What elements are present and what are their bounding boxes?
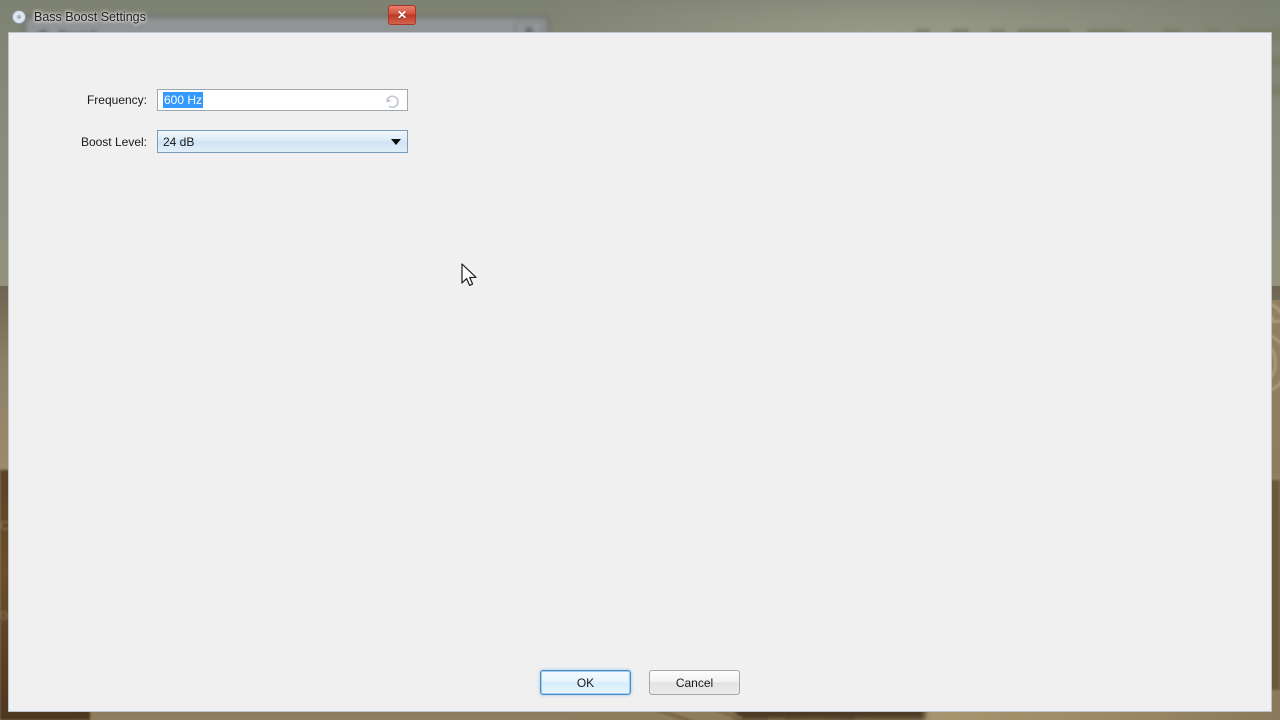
chevron-down-icon[interactable] bbox=[391, 138, 401, 145]
frequency-spinner[interactable] bbox=[384, 93, 401, 110]
bass-boost-ok-button[interactable]: OK bbox=[540, 670, 631, 695]
bass-boost-close-button[interactable]: ✕ bbox=[388, 5, 416, 25]
frequency-label: Frequency: bbox=[86, 93, 147, 107]
bass-boost-dialog-body: Frequency: 600 Hz Boost Level: 24 dB OK … bbox=[8, 32, 1272, 712]
bass-boost-settings-dialog[interactable]: Bass Boost Settings ✕ Frequency: 600 Hz … bbox=[0, 0, 1272, 712]
bass-boost-icon bbox=[11, 9, 27, 25]
bass-boost-button-row[interactable]: OK Cancel bbox=[9, 670, 1271, 695]
bass-boost-title: Bass Boost Settings bbox=[34, 9, 146, 24]
frequency-value: 600 Hz bbox=[163, 92, 204, 108]
boost-level-row: Boost Level: 24 dB bbox=[9, 130, 1271, 153]
boost-level-label: Boost Level: bbox=[80, 134, 147, 149]
boost-level-value: 24 dB bbox=[163, 134, 195, 149]
frequency-row: Frequency: 600 Hz bbox=[9, 89, 1271, 111]
bass-boost-titlebar[interactable]: Bass Boost Settings ✕ bbox=[1, 1, 421, 32]
boost-level-combobox[interactable]: 24 dB bbox=[157, 130, 408, 153]
frequency-input[interactable]: 600 Hz bbox=[157, 89, 408, 111]
bass-boost-cancel-button[interactable]: Cancel bbox=[649, 670, 740, 695]
